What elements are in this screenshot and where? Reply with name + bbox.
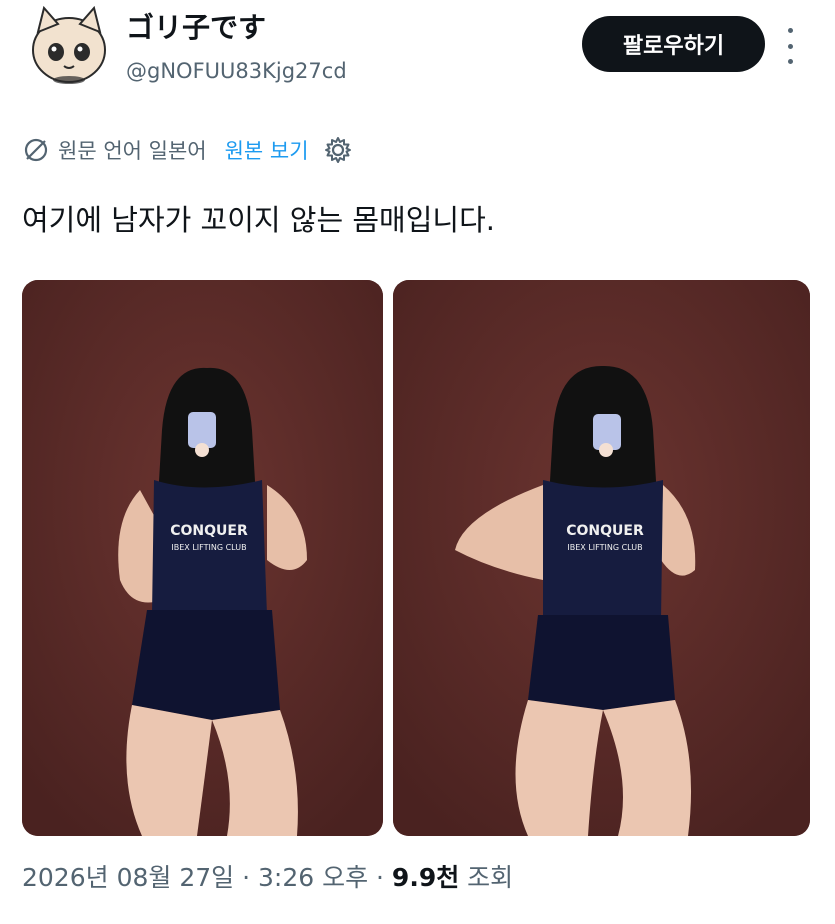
cartoon-cat-avatar-icon xyxy=(32,5,106,84)
avatar[interactable] xyxy=(24,2,114,88)
tweet-date[interactable]: 2026년 08월 27일 xyxy=(22,863,234,892)
shirt-text: CONQUER xyxy=(566,523,644,539)
more-dot xyxy=(787,28,793,33)
tweet-photo-1[interactable]: CONQUER IBEX LIFTING CLUB xyxy=(22,280,383,836)
show-original-link[interactable]: 원본 보기 xyxy=(225,135,309,165)
gear-icon[interactable] xyxy=(323,135,353,165)
shirt-subtext: IBEX LIFTING CLUB xyxy=(171,543,246,552)
more-dot xyxy=(787,59,793,64)
source-language-label: 원문 언어 일본어 xyxy=(58,139,207,163)
tweet-time[interactable]: 3:26 오후 xyxy=(258,863,368,892)
more-vertical-icon[interactable] xyxy=(780,28,800,64)
follow-button[interactable]: 팔로우하기 xyxy=(582,16,765,72)
translate-slash-icon xyxy=(24,138,48,162)
display-name[interactable]: ゴリ子です xyxy=(126,8,266,48)
shirt-subtext: IBEX LIFTING CLUB xyxy=(567,543,642,552)
views-label: 조회 xyxy=(459,863,514,892)
views-count: 9.9천 xyxy=(391,863,460,892)
tweet-text: 여기에 남자가 꼬이지 않는 몸매입니다. xyxy=(22,203,495,237)
translation-bar: 원문 언어 일본어 원본 보기 xyxy=(22,130,353,170)
meta-separator: · xyxy=(234,863,258,892)
photo-illustration: CONQUER IBEX LIFTING CLUB xyxy=(393,280,810,836)
shirt-text: CONQUER xyxy=(170,523,248,539)
more-dot xyxy=(787,43,793,49)
tweet-meta: 2026년 08월 27일 · 3:26 오후 · 9.9천 조회 xyxy=(22,856,513,900)
meta-separator: · xyxy=(368,863,392,892)
tweet-photo-2[interactable]: CONQUER IBEX LIFTING CLUB xyxy=(393,280,810,836)
photo-illustration: CONQUER IBEX LIFTING CLUB xyxy=(22,280,383,836)
user-handle[interactable]: @gNOFUU83Kjg27cd xyxy=(126,56,347,86)
